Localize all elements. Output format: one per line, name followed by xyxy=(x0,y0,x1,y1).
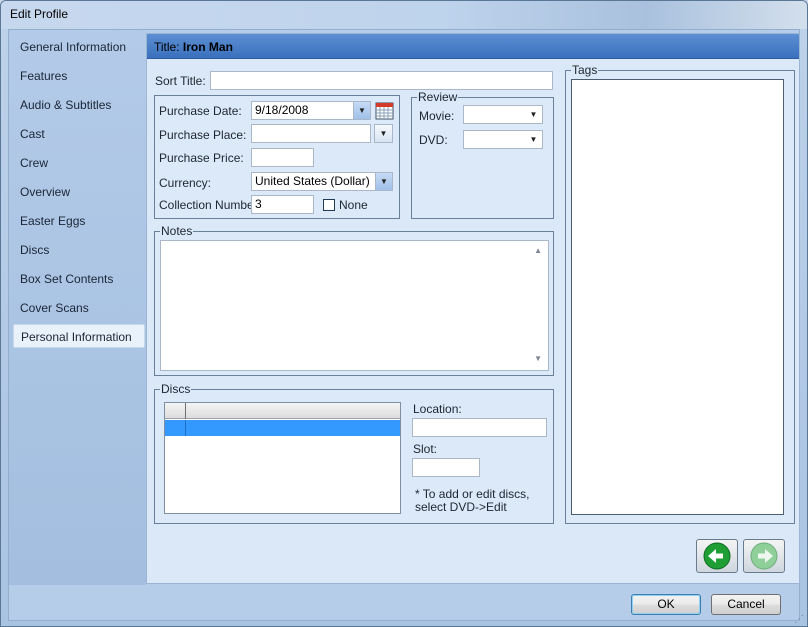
profile-title-header: Title: Iron Man xyxy=(147,34,799,59)
dialog-client-area: General Information Features Audio & Sub… xyxy=(8,29,800,621)
notes-group-title: Notes xyxy=(160,224,194,238)
discs-group: Discs Location: Slot: * To add or edit d… xyxy=(154,382,554,524)
sidebar-item-general-information[interactable]: General Information xyxy=(13,35,145,59)
sidebar-item-label: General Information xyxy=(20,40,127,54)
discs-grid[interactable] xyxy=(164,402,401,514)
main-panel: Title: Iron Man Sort Title: Purchase Dat… xyxy=(146,33,800,584)
none-checkbox[interactable] xyxy=(323,199,335,211)
forward-arrow-icon xyxy=(750,542,778,570)
collection-number-input[interactable]: 3 xyxy=(251,195,314,214)
sidebar-item-label: Discs xyxy=(20,243,50,257)
purchase-price-label: Purchase Price: xyxy=(159,151,244,165)
purchase-place-input[interactable] xyxy=(251,124,371,143)
sidebar-item-audio-subtitles[interactable]: Audio & Subtitles xyxy=(13,93,145,117)
discs-hint: * To add or edit discs, select DVD->Edit xyxy=(415,487,530,514)
currency-label: Currency: xyxy=(159,176,212,190)
collection-number-label: Collection Number: xyxy=(159,198,262,212)
purchase-place-dropdown[interactable]: ▼ xyxy=(374,124,393,143)
discs-grid-header xyxy=(165,403,400,419)
sidebar-item-label: Crew xyxy=(20,156,49,170)
sidebar-item-label: Personal Information xyxy=(21,330,132,344)
dvd-rating-label: DVD: xyxy=(419,133,448,147)
sidebar-item-personal-information[interactable]: Personal Information xyxy=(13,324,145,348)
purchase-place-label: Purchase Place: xyxy=(159,128,247,142)
chevron-down-icon[interactable]: ▼ xyxy=(375,173,392,190)
sidebar: General Information Features Audio & Sub… xyxy=(9,30,146,585)
location-label: Location: xyxy=(413,402,462,416)
window-title: Edit Profile xyxy=(10,7,69,21)
chevron-down-icon[interactable]: ▼ xyxy=(353,102,370,119)
edit-profile-window: Edit Profile General Information Feature… xyxy=(0,0,808,627)
sidebar-item-label: Cover Scans xyxy=(20,301,89,315)
title-label: Title: xyxy=(154,40,180,54)
forward-button[interactable] xyxy=(743,539,785,573)
discs-group-title: Discs xyxy=(160,382,192,396)
purchase-date-picker[interactable]: 9/18/2008 ▼ xyxy=(251,101,371,120)
ok-button[interactable]: OK xyxy=(631,594,701,615)
sidebar-item-crew[interactable]: Crew xyxy=(13,151,145,175)
movie-rating-select[interactable]: ▼ xyxy=(463,105,543,124)
purchase-date-value: 9/18/2008 xyxy=(255,103,309,117)
review-group-title: Review xyxy=(417,90,459,104)
sidebar-item-box-set-contents[interactable]: Box Set Contents xyxy=(13,267,145,291)
sort-title-label: Sort Title: xyxy=(155,74,206,88)
location-input[interactable] xyxy=(412,418,547,437)
sidebar-item-label: Box Set Contents xyxy=(20,272,114,286)
movie-rating-label: Movie: xyxy=(419,109,455,123)
none-label: None xyxy=(339,198,368,212)
sidebar-item-label: Overview xyxy=(20,185,71,199)
dvd-rating-select[interactable]: ▼ xyxy=(463,130,543,149)
sidebar-item-overview[interactable]: Overview xyxy=(13,180,145,204)
title-bar[interactable]: Edit Profile xyxy=(1,1,807,29)
chevron-down-icon: ▼ xyxy=(375,125,392,142)
column-divider xyxy=(185,420,186,436)
column-divider xyxy=(185,403,186,419)
tags-group: Tags xyxy=(565,63,795,524)
notes-group: Notes ▲ ▼ xyxy=(154,224,554,376)
table-row[interactable] xyxy=(165,420,400,436)
slot-label: Slot: xyxy=(413,442,438,456)
chevron-down-icon: ▼ xyxy=(525,106,542,123)
sidebar-item-label: Features xyxy=(20,69,68,83)
currency-value: United States (Dollar) xyxy=(255,174,370,188)
sidebar-item-easter-eggs[interactable]: Easter Eggs xyxy=(13,209,145,233)
sidebar-item-label: Audio & Subtitles xyxy=(20,98,112,112)
sort-title-input[interactable] xyxy=(210,71,553,90)
notes-textarea[interactable] xyxy=(160,240,549,371)
sidebar-item-cover-scans[interactable]: Cover Scans xyxy=(13,296,145,320)
back-button[interactable] xyxy=(696,539,738,573)
review-group: Review Movie: ▼ DVD: ▼ xyxy=(411,90,554,219)
sidebar-item-discs[interactable]: Discs xyxy=(13,238,145,262)
scroll-down-icon[interactable]: ▼ xyxy=(534,354,542,363)
scroll-up-icon[interactable]: ▲ xyxy=(534,246,542,255)
resize-grip-icon[interactable]: ⋰ xyxy=(794,614,804,625)
sidebar-item-label: Easter Eggs xyxy=(20,214,86,228)
chevron-down-icon: ▼ xyxy=(525,131,542,148)
calendar-icon[interactable] xyxy=(375,101,394,120)
slot-input[interactable] xyxy=(412,458,480,477)
sidebar-item-features[interactable]: Features xyxy=(13,64,145,88)
sidebar-item-cast[interactable]: Cast xyxy=(13,122,145,146)
cancel-button[interactable]: Cancel xyxy=(711,594,781,615)
sidebar-item-label: Cast xyxy=(20,127,45,141)
currency-select[interactable]: United States (Dollar) ▼ xyxy=(251,172,393,191)
tags-group-title: Tags xyxy=(571,63,599,77)
tags-list[interactable] xyxy=(571,79,784,515)
purchase-price-input[interactable] xyxy=(251,148,314,167)
purchase-date-label: Purchase Date: xyxy=(159,104,242,118)
title-value: Iron Man xyxy=(182,40,233,54)
purchase-info-group: Purchase Date: 9/18/2008 ▼ Purchase Plac… xyxy=(154,95,400,219)
back-arrow-icon xyxy=(703,542,731,570)
